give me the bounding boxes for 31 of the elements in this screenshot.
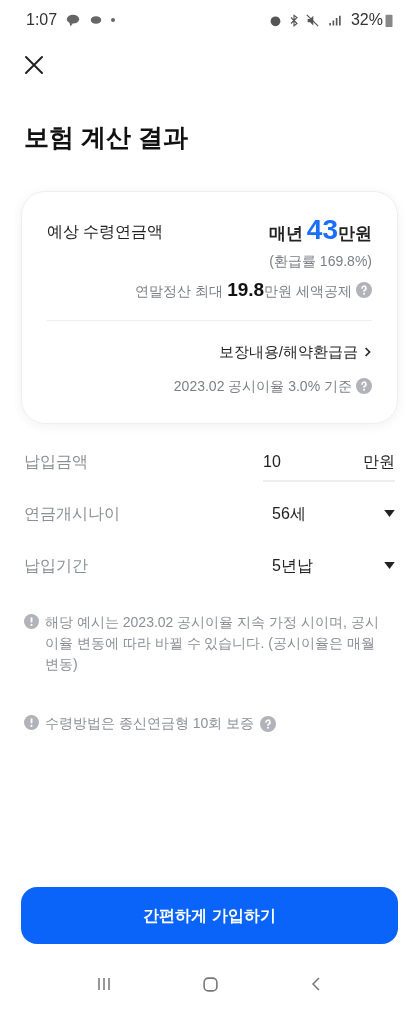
amount-input[interactable]: 10 만원 xyxy=(263,449,395,482)
status-time: 1:07 xyxy=(26,10,58,30)
dropdown-caret-icon xyxy=(384,510,395,517)
field-label: 납입금액 xyxy=(24,451,88,472)
battery-percent: 32% xyxy=(350,10,383,30)
info-icon xyxy=(24,613,39,629)
summary-label: 예상 수령연금액 xyxy=(47,222,164,242)
refund-rate: (환급률 169.8%) xyxy=(269,251,372,271)
signup-button[interactable]: 간편하게 가입하기 xyxy=(21,887,398,944)
chat-icon xyxy=(65,13,82,27)
close-button[interactable] xyxy=(24,54,46,76)
annual-amount: 매년 43만원 xyxy=(268,216,372,247)
chevron-right-icon xyxy=(364,346,372,359)
notice-text: 해당 예시는 2023.02 공시이율 지속 가정 시이며, 공시이율 변동에 따라 바뀔 수 있습니다. (공시이율은 매월 변동) xyxy=(45,612,380,674)
home-icon xyxy=(202,975,219,993)
notice-text: 수령방법은 종신연금형 10회 보증 xyxy=(45,713,255,733)
info-icon xyxy=(24,714,39,730)
field-label: 납입기간 xyxy=(24,555,88,576)
page-title: 보험 계산 결과 xyxy=(23,122,189,153)
dropdown-caret-icon xyxy=(384,562,395,569)
field-label: 연금개시나이 xyxy=(24,503,120,524)
help-icon xyxy=(356,378,372,394)
rate-basis-note: 2023.02 공시이율 3.0% 기준 xyxy=(173,376,352,396)
tax-deduction-note: 연말정산 최대 19.8만원 세액공제 xyxy=(135,277,352,302)
help-icon xyxy=(356,281,372,298)
coverage-link[interactable]: 보장내용/해약환급금 xyxy=(218,341,372,364)
battery-icon xyxy=(385,13,393,27)
select-dropdown[interactable]: 56세 xyxy=(272,501,395,534)
mute-icon xyxy=(305,13,319,27)
chat-icon xyxy=(89,14,104,26)
select-dropdown[interactable]: 5년납 xyxy=(272,553,395,586)
